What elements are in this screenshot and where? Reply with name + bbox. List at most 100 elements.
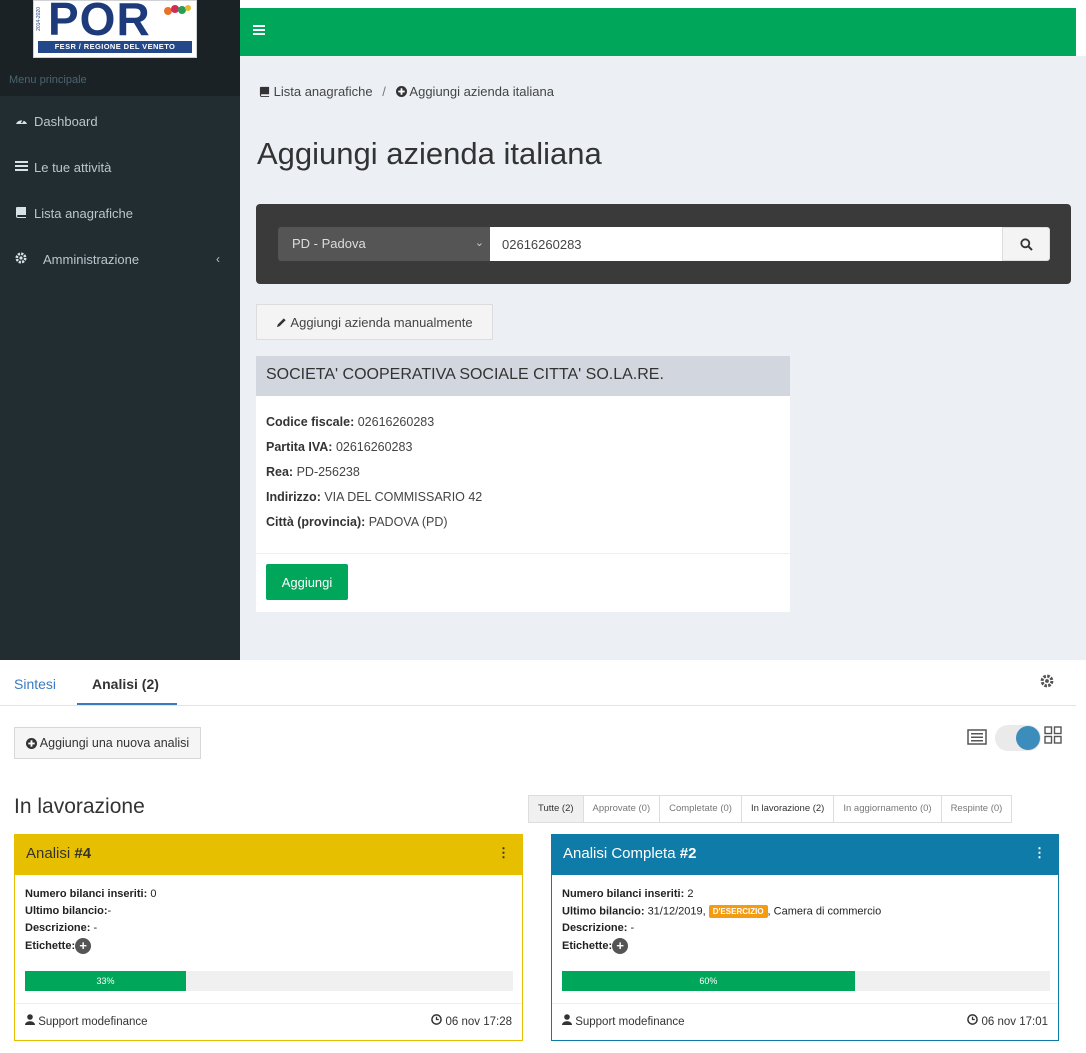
user-icon [25,1014,35,1025]
tags: Etichette: + [562,938,629,954]
analysis-progress-bar: 60% [562,971,1050,991]
field-label: Numero bilanci inseriti: [562,888,685,900]
settings-gear-icon[interactable] [1040,674,1054,688]
tab-summary[interactable]: Sintesi [14,676,56,692]
field-label: Partita IVA: [266,440,333,454]
logo-subtitle: FESR / REGIONE DEL VENETO [38,41,192,53]
grid-view-icon[interactable] [1044,726,1062,744]
page-title: Aggiungi azienda italiana [257,136,602,171]
analysis-card[interactable]: Analisi Completa #2 ⋮ Numero bilanci ins… [551,834,1059,1041]
analysis-card-header: Analisi Completa #2 ⋮ [552,835,1058,875]
chevron-left-icon: ‹ [216,252,220,266]
vat-search-input[interactable] [490,227,1002,261]
analysis-number: #2 [679,845,697,862]
sidebar-item-dashboard[interactable]: Dashboard [0,98,240,144]
analysis-author: Support modefinance [562,1014,685,1028]
analysis-card-header: Analisi #4 ⋮ [15,835,522,875]
field-label: Numero bilanci inseriti: [25,888,148,900]
view-toggle-switch[interactable] [995,725,1041,751]
company-name: SOCIETA' COOPERATIVA SOCIALE CITTA' SO.L… [256,356,790,396]
tags: Etichette: + [25,938,92,954]
description: Descrizione: - [25,922,97,934]
province-select[interactable]: PD - Padova ⌄ [278,227,490,261]
chevron-down-icon: ⌄ [474,237,484,249]
breadcrumb: Lista anagrafiche / Aggiungi azienda ita… [259,84,554,99]
balances-count: Numero bilanci inseriti: 0 [25,888,156,900]
filter-in-progress[interactable]: In lavorazione (2) [742,796,835,822]
kebab-menu-icon[interactable]: ⋮ [1033,845,1046,861]
sidebar-item-label: Le tue attività [34,159,112,175]
analysis-date: 06 nov 17:01 [967,1014,1048,1028]
field-label: Rea: [266,465,294,479]
plus-circle-icon [25,737,37,749]
author-name: Support modefinance [575,1016,685,1028]
field-value: 0 [150,888,157,900]
list-icon [13,160,29,174]
logo-text: POR [48,0,151,45]
list-view-icon[interactable] [967,728,987,746]
sidebar-item-admin[interactable]: Amministrazione ‹ [0,236,240,282]
hamburger-menu-icon[interactable] [253,22,265,40]
date-value: 06 nov 17:01 [981,1016,1048,1028]
field-label: Ultimo bilancio: [562,905,645,918]
add-tag-icon[interactable]: + [75,938,92,954]
field-value: PADOVA (PD) [368,515,448,529]
field-label: Codice fiscale: [266,415,355,429]
search-button[interactable] [1002,227,1050,261]
breadcrumb-link[interactable]: Lista anagrafiche [274,84,373,99]
company-fiscal-code: Codice fiscale: 02616260283 [266,415,434,429]
balances-count: Numero bilanci inseriti: 2 [562,888,693,900]
analysis-title: Analisi [26,845,71,862]
user-icon [562,1014,572,1025]
add-company-manually-label: Aggiungi azienda manualmente [290,314,473,330]
sidebar-item-activities[interactable]: Le tue attività [0,144,240,190]
add-company-button[interactable]: Aggiungi [266,564,348,600]
progress-fill: 60% [562,971,855,991]
sidebar-item-label: Amministrazione [43,251,140,267]
kebab-menu-icon[interactable]: ⋮ [497,845,510,861]
company-city: Città (provincia): PADOVA (PD) [266,515,448,529]
field-value: 31/12/2019, [647,905,706,918]
filter-approved[interactable]: Approvate (0) [584,796,661,822]
field-label: Città (provincia): [266,515,366,529]
field-value: 2 [687,888,694,900]
filter-completed[interactable]: Completate (0) [660,796,742,822]
add-tag-icon[interactable]: + [612,938,629,954]
toggle-knob [1016,726,1040,750]
field-label: Descrizione: [562,922,628,934]
add-new-analysis-button[interactable]: Aggiungi una nuova analisi [14,727,201,759]
filter-all[interactable]: Tutte (2) [529,796,584,822]
last-balance: Ultimo bilancio: 31/12/2019, D'ESERCIZIO… [562,905,881,918]
field-label: Etichette: [25,939,76,952]
company-result-card: SOCIETA' COOPERATIVA SOCIALE CITTA' SO.L… [256,356,790,612]
company-address: Indirizzo: VIA DEL COMMISSARIO 42 [266,490,482,504]
filter-updating[interactable]: In aggiornamento (0) [834,796,942,822]
breadcrumb-current: Aggiungi azienda italiana [409,84,554,99]
tab-analyses[interactable]: Analisi (2) [92,676,159,692]
filter-rejected[interactable]: Respinte (0) [942,796,1012,822]
balance-source: , Camera di commercio [767,905,882,918]
logo[interactable]: 2014-2020 POR FESR / REGIONE DEL VENETO [33,0,197,58]
field-value: - [107,905,112,917]
field-value: - [630,922,635,934]
section-title: In lavorazione [14,795,145,818]
company-rea: Rea: PD-256238 [266,465,360,479]
analysis-card[interactable]: Analisi #4 ⋮ Numero bilanci inseriti: 0 … [14,834,523,1041]
gear-icon [13,252,29,267]
field-label: Descrizione: [25,922,91,934]
analysis-progress-bar: 33% [25,971,513,991]
sidebar-item-registry[interactable]: Lista anagrafiche [0,190,240,236]
description: Descrizione: - [562,922,634,934]
top-navbar [240,8,1076,56]
field-value: PD-256238 [296,465,360,479]
sidebar-item-label: Lista anagrafiche [34,205,134,221]
progress-fill: 33% [25,971,187,991]
province-select-value: PD - Padova [292,236,366,251]
breadcrumb-separator: / [382,84,386,99]
status-badge: D'ESERCIZIO [708,905,768,918]
add-company-manually-button[interactable]: Aggiungi azienda manualmente [256,304,493,340]
divider [15,1003,522,1004]
analysis-title: Analisi Completa [563,845,676,862]
field-value: 02616260283 [335,440,413,454]
dashboard-icon [13,114,29,128]
